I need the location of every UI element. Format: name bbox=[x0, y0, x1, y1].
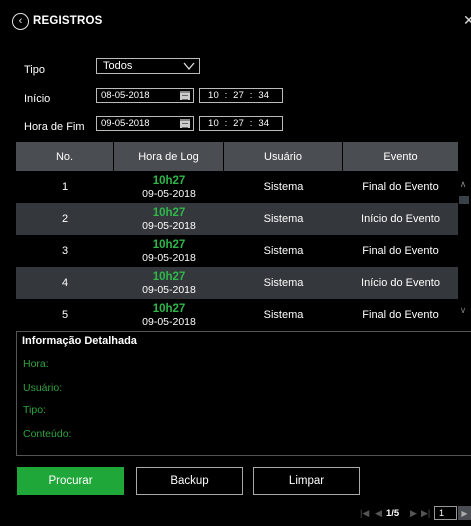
clear-button[interactable]: Limpar bbox=[253, 467, 360, 495]
user-cell: Sistema bbox=[263, 213, 304, 225]
end-label: Hora de Fim bbox=[24, 121, 85, 133]
last-page-icon[interactable]: ▶| bbox=[421, 508, 430, 519]
table-row[interactable]: 2 10h27 09-05-2018 Sistema Início do Eve… bbox=[16, 203, 458, 235]
detail-panel bbox=[16, 331, 471, 456]
row-number: 2 bbox=[61, 213, 69, 225]
next-page-icon[interactable]: ▶ bbox=[410, 508, 417, 519]
table-row[interactable]: 5 10h27 09-05-2018 Sistema Final do Even… bbox=[16, 299, 458, 331]
log-time-cell: 10h27 09-05-2018 bbox=[114, 299, 224, 331]
user-cell: Sistema bbox=[263, 181, 304, 193]
end-date-field[interactable]: 09-05-2018 bbox=[96, 116, 194, 131]
event-cell: Final do Evento bbox=[362, 181, 439, 193]
scrollbar-thumb[interactable] bbox=[459, 196, 469, 204]
log-date: 09-05-2018 bbox=[142, 188, 196, 201]
row-number: 3 bbox=[61, 245, 69, 257]
page-number-input[interactable]: 1 bbox=[434, 506, 457, 520]
event-cell: Final do Evento bbox=[362, 245, 439, 257]
type-select[interactable]: Todos bbox=[96, 58, 200, 74]
column-header-event: Evento bbox=[383, 150, 418, 163]
user-cell: Sistema bbox=[263, 277, 304, 289]
calendar-icon[interactable] bbox=[180, 119, 190, 128]
chevron-down-icon bbox=[183, 62, 195, 71]
column-header-log-time: Hora de Log bbox=[114, 142, 224, 171]
log-time-cell: 10h27 09-05-2018 bbox=[114, 171, 224, 203]
log-time-cell: 10h27 09-05-2018 bbox=[114, 203, 224, 235]
calendar-icon[interactable] bbox=[180, 91, 190, 100]
log-table: 1 10h27 09-05-2018 Sistema Final do Even… bbox=[16, 171, 458, 331]
prev-page-icon[interactable]: ◀ bbox=[375, 508, 382, 519]
event-cell: Início do Evento bbox=[361, 213, 440, 225]
table-header: No. Hora de Log Usuário Evento bbox=[16, 142, 458, 171]
log-date: 09-05-2018 bbox=[142, 316, 196, 329]
table-row[interactable]: 3 10h27 09-05-2018 Sistema Final do Even… bbox=[16, 235, 458, 267]
scroll-down-icon[interactable]: ∨ bbox=[458, 305, 468, 316]
log-time: 10h27 bbox=[152, 174, 186, 187]
start-date-value: 08-05-2018 bbox=[101, 90, 150, 101]
log-time: 10h27 bbox=[152, 270, 186, 283]
go-page-icon[interactable]: ▶ bbox=[458, 506, 471, 520]
start-date-field[interactable]: 08-05-2018 bbox=[96, 88, 194, 103]
search-button[interactable]: Procurar bbox=[17, 467, 124, 495]
end-time-field[interactable]: 10 : 27 : 34 bbox=[199, 116, 283, 131]
event-cell: Final do Evento bbox=[362, 309, 439, 321]
row-number: 4 bbox=[61, 277, 69, 289]
table-row[interactable]: 4 10h27 09-05-2018 Sistema Início do Eve… bbox=[16, 267, 458, 299]
log-date: 09-05-2018 bbox=[142, 252, 196, 265]
user-cell: Sistema bbox=[263, 309, 304, 321]
scroll-up-icon[interactable]: ∧ bbox=[458, 179, 468, 190]
row-number: 5 bbox=[61, 309, 69, 321]
log-time: 10h27 bbox=[152, 302, 186, 315]
detail-conteudo-label: Conteúdo: bbox=[23, 428, 72, 440]
start-time-field[interactable]: 10 : 27 : 34 bbox=[199, 88, 283, 103]
event-cell: Início do Evento bbox=[361, 277, 440, 289]
table-row[interactable]: 1 10h27 09-05-2018 Sistema Final do Even… bbox=[16, 171, 458, 203]
user-cell: Sistema bbox=[263, 245, 304, 257]
type-label: Tipo bbox=[24, 64, 45, 76]
first-page-icon[interactable]: |◀ bbox=[360, 508, 369, 519]
detail-usuario-label: Usuário: bbox=[23, 382, 63, 394]
start-label: Início bbox=[24, 93, 51, 105]
log-date: 09-05-2018 bbox=[142, 284, 196, 297]
close-icon[interactable]: ✕ bbox=[463, 12, 471, 29]
log-time-cell: 10h27 09-05-2018 bbox=[114, 235, 224, 267]
end-date-value: 09-05-2018 bbox=[101, 118, 150, 129]
log-time: 10h27 bbox=[152, 238, 186, 251]
detail-title: Informação Detalhada bbox=[22, 335, 137, 347]
detail-tipo-label: Tipo: bbox=[23, 404, 46, 416]
backup-button[interactable]: Backup bbox=[136, 467, 243, 495]
back-icon[interactable]: ‹ bbox=[12, 13, 29, 30]
log-date: 09-05-2018 bbox=[142, 220, 196, 233]
log-time-cell: 10h27 09-05-2018 bbox=[114, 267, 224, 299]
column-header-no: No. bbox=[16, 142, 114, 171]
page-title: REGISTROS bbox=[33, 15, 103, 27]
type-select-value: Todos bbox=[103, 60, 133, 72]
column-header-user: Usuário bbox=[224, 142, 343, 171]
detail-hora-label: Hora: bbox=[23, 358, 49, 370]
row-number: 1 bbox=[61, 181, 69, 193]
log-time: 10h27 bbox=[152, 206, 186, 219]
page-indicator: 1/5 bbox=[386, 508, 400, 519]
